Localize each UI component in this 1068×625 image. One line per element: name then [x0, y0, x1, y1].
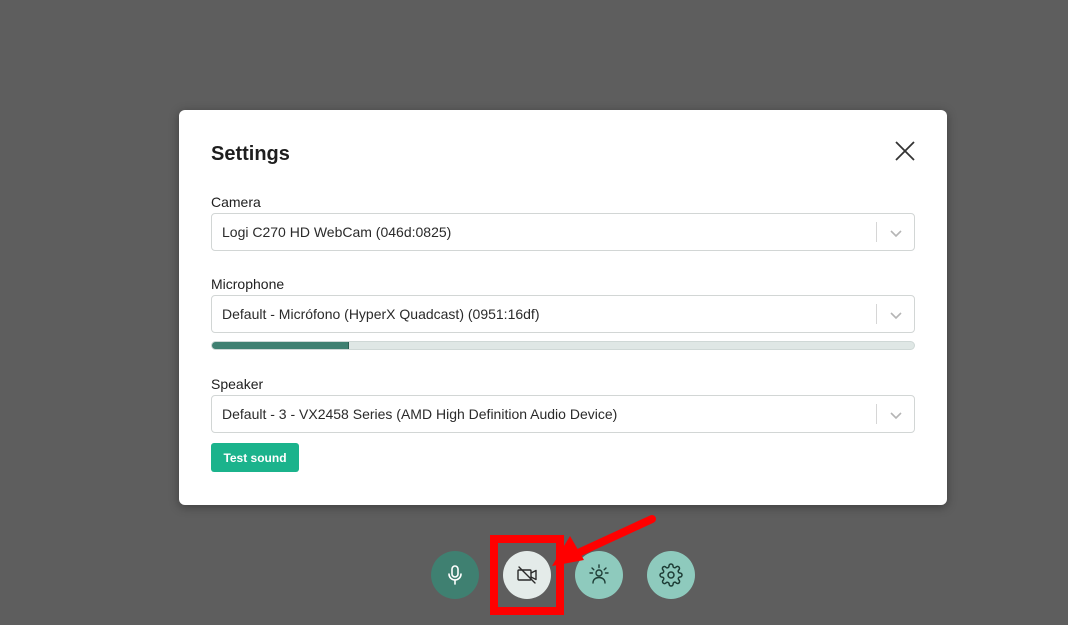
speaker-label: Speaker [211, 376, 264, 392]
microphone-select-value: Default - Micrófono (HyperX Quadcast) (0… [222, 306, 540, 322]
microphone-label: Microphone [211, 276, 285, 292]
speaker-select[interactable]: Default - 3 - VX2458 Series (AMD High De… [211, 395, 915, 433]
select-separator [876, 222, 877, 242]
select-separator [876, 304, 877, 324]
settings-dialog: Settings Camera Logi C270 HD WebCam (046… [179, 110, 947, 505]
select-separator [876, 404, 877, 424]
camera-select-value: Logi C270 HD WebCam (046d:0825) [222, 224, 452, 240]
microphone-icon [448, 565, 462, 585]
chevron-down-icon [890, 412, 902, 420]
chevron-down-icon [890, 312, 902, 320]
microphone-toggle-button[interactable] [431, 551, 479, 599]
chevron-down-icon [890, 230, 902, 238]
microphone-level-fill [212, 342, 349, 349]
dialog-title: Settings [211, 143, 290, 165]
camera-label: Camera [211, 194, 261, 210]
microphone-select[interactable]: Default - Micrófono (HyperX Quadcast) (0… [211, 295, 915, 333]
close-icon [895, 141, 915, 161]
close-button[interactable] [892, 138, 918, 164]
test-sound-button[interactable]: Test sound [211, 443, 299, 472]
red-arrow-icon [552, 515, 656, 566]
camera-select[interactable]: Logi C270 HD WebCam (046d:0825) [211, 213, 915, 251]
speaker-select-value: Default - 3 - VX2458 Series (AMD High De… [222, 406, 618, 422]
microphone-level-meter [211, 341, 915, 350]
gear-icon [659, 563, 683, 587]
